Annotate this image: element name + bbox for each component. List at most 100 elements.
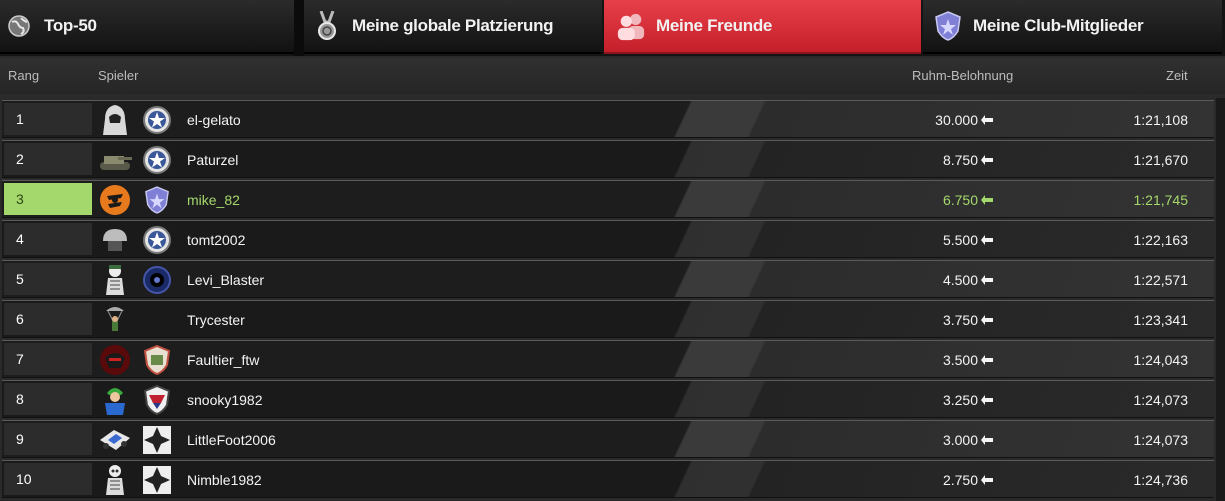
race-time: 1:22,571 bbox=[1133, 272, 1189, 288]
leaderboard-row[interactable]: 10 Nimble1982 2.750 1:24,736 bbox=[2, 460, 1214, 498]
club-shield-icon bbox=[933, 11, 963, 41]
tab-label: Top-50 bbox=[44, 16, 97, 35]
no-club-badge bbox=[140, 303, 174, 337]
star-badge-icon bbox=[140, 223, 174, 257]
column-header-rank: Rang bbox=[8, 68, 40, 83]
race-time: 1:23,341 bbox=[1133, 312, 1189, 328]
race-time: 1:24,073 bbox=[1133, 392, 1189, 408]
player-name: LittleFoot2006 bbox=[187, 432, 276, 448]
row-background bbox=[2, 341, 1214, 377]
fame-value: 3.750 bbox=[942, 312, 978, 328]
eye-badge-icon bbox=[140, 263, 174, 297]
leaderboard-row[interactable]: 9 LittleFoot2006 3.000 1:24,073 bbox=[2, 420, 1214, 458]
rank-cell: 6 bbox=[4, 303, 92, 335]
row-background bbox=[2, 101, 1214, 137]
race-time: 1:22,163 bbox=[1133, 232, 1189, 248]
fame-reward: 3.250 bbox=[943, 392, 994, 408]
scrollbar-track[interactable] bbox=[1216, 98, 1225, 501]
fame-value: 3.500 bbox=[942, 352, 978, 368]
fame-icon bbox=[981, 395, 993, 405]
leaderboard-row[interactable]: 4 tomt2002 5.500 1:22,163 bbox=[2, 220, 1214, 258]
row-background bbox=[2, 141, 1214, 177]
race-time: 1:21,745 bbox=[1133, 192, 1189, 208]
fame-reward: 4.500 bbox=[943, 272, 994, 288]
leaderboard-row[interactable]: 7 Faultier_ftw 3.500 1:24,043 bbox=[2, 340, 1214, 378]
fame-value: 3.250 bbox=[942, 392, 978, 408]
fame-icon bbox=[981, 435, 993, 445]
fame-value: 3.000 bbox=[942, 432, 978, 448]
medal-icon bbox=[312, 11, 342, 41]
fame-reward: 5.500 bbox=[943, 232, 994, 248]
tab-global-ranking[interactable]: Meine globale Platzierung bbox=[304, 0, 602, 54]
leaderboard-row[interactable]: 2 Paturzel 8.750 1:21,670 bbox=[2, 140, 1214, 178]
globe-icon bbox=[4, 11, 34, 41]
iron-cross-icon bbox=[140, 423, 174, 457]
leaderboard-row[interactable]: 1 el-gelato 30.000 1:21,108 bbox=[2, 100, 1214, 138]
fame-value: 5.500 bbox=[942, 232, 978, 248]
column-header-fame: Ruhm-Belohnung bbox=[912, 68, 1014, 83]
friends-icon bbox=[616, 11, 646, 41]
fame-value: 6.750 bbox=[942, 192, 978, 208]
fame-reward: 2.750 bbox=[943, 472, 994, 488]
leaderboard-tabs: Top-50 Meine globale Platzierung Meine F… bbox=[0, 0, 1225, 56]
row-background bbox=[2, 301, 1214, 337]
vehicle-avatar bbox=[98, 423, 132, 457]
leaderboard-row-current-player[interactable]: 3 mike_82 6.750 1:21,745 bbox=[2, 180, 1214, 218]
player-name: Nimble1982 bbox=[187, 472, 262, 488]
row-background bbox=[2, 381, 1214, 417]
race-time: 1:21,670 bbox=[1133, 152, 1189, 168]
tab-label: Meine Freunde bbox=[656, 16, 773, 35]
blue-shield-icon bbox=[140, 183, 174, 217]
fame-icon bbox=[981, 355, 993, 365]
rank-cell: 8 bbox=[4, 383, 92, 415]
row-background bbox=[2, 421, 1214, 457]
orange-emblem-avatar bbox=[98, 183, 132, 217]
crest-badge-icon bbox=[140, 343, 174, 377]
rank-cell: 2 bbox=[4, 143, 92, 175]
tab-label: Meine Club-Mitglieder bbox=[973, 16, 1144, 35]
rank-cell: 10 bbox=[4, 463, 92, 495]
tab-divider bbox=[294, 0, 304, 56]
player-name: mike_82 bbox=[187, 192, 240, 208]
fame-reward: 3.000 bbox=[943, 432, 994, 448]
rank-cell: 5 bbox=[4, 263, 92, 295]
rank-cell: 9 bbox=[4, 423, 92, 455]
column-header-player: Spieler bbox=[98, 68, 139, 83]
race-time: 1:24,736 bbox=[1133, 472, 1189, 488]
fame-value: 4.500 bbox=[942, 272, 978, 288]
tab-my-friends[interactable]: Meine Freunde bbox=[604, 0, 921, 54]
parachute-avatar bbox=[98, 303, 132, 337]
tank-avatar bbox=[98, 143, 132, 177]
star-badge-icon bbox=[140, 103, 174, 137]
skeleton-soldier-avatar bbox=[98, 263, 132, 297]
rank-cell: 4 bbox=[4, 223, 92, 255]
race-time: 1:21,108 bbox=[1133, 112, 1189, 128]
fame-reward: 3.500 bbox=[943, 352, 994, 368]
fame-icon bbox=[981, 275, 993, 285]
fame-value: 2.750 bbox=[942, 472, 978, 488]
fame-reward: 8.750 bbox=[943, 152, 994, 168]
fame-icon bbox=[981, 155, 993, 165]
iron-cross-icon bbox=[140, 463, 174, 497]
rank-cell: 7 bbox=[4, 343, 92, 375]
fame-reward: 30.000 bbox=[935, 112, 994, 128]
star-badge-icon bbox=[140, 143, 174, 177]
column-header-row: Rang Spieler Ruhm-Belohnung Zeit bbox=[0, 58, 1225, 94]
leaderboard-row[interactable]: 6 Trycester 3.750 1:23,341 bbox=[2, 300, 1214, 338]
shield-crest-icon bbox=[140, 383, 174, 417]
helmet-avatar bbox=[98, 223, 132, 257]
tab-top-50[interactable]: Top-50 bbox=[0, 0, 294, 54]
fame-value: 8.750 bbox=[942, 152, 978, 168]
fame-reward: 3.750 bbox=[943, 312, 994, 328]
player-name: Faultier_ftw bbox=[187, 352, 260, 368]
tab-club-members[interactable]: Meine Club-Mitglieder bbox=[923, 0, 1222, 54]
leaderboard-row[interactable]: 5 Levi_Blaster 4.500 1:22,571 bbox=[2, 260, 1214, 298]
fame-icon bbox=[981, 235, 993, 245]
race-time: 1:24,073 bbox=[1133, 432, 1189, 448]
row-background bbox=[2, 221, 1214, 257]
leaderboard-row[interactable]: 8 snooky1982 3.250 1:24,073 bbox=[2, 380, 1214, 418]
fame-icon bbox=[981, 475, 993, 485]
player-name: Trycester bbox=[187, 312, 245, 328]
fame-reward: 6.750 bbox=[943, 192, 994, 208]
green-hair-avatar bbox=[98, 383, 132, 417]
